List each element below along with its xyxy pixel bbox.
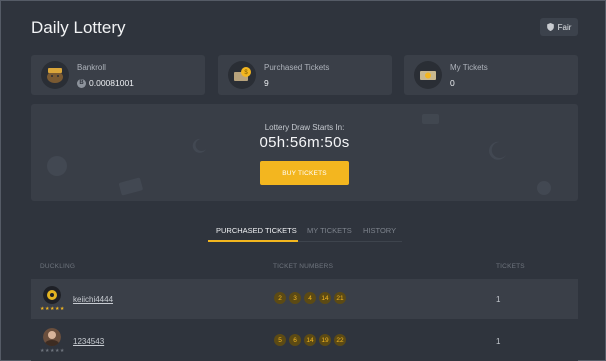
ticket-number: 21 bbox=[334, 292, 346, 304]
ticket-numbers: 2 3 4 14 21 bbox=[274, 292, 346, 304]
column-header-numbers: TICKET NUMBERS bbox=[273, 263, 334, 270]
column-header-user: DUCKLING bbox=[40, 263, 76, 270]
buy-tickets-button[interactable]: BUY TICKETS bbox=[260, 161, 349, 185]
pig-icon bbox=[41, 61, 69, 89]
shield-icon bbox=[546, 23, 554, 31]
ticket-number: 4 bbox=[304, 292, 316, 304]
purchased-tickets-value: 9 bbox=[264, 78, 269, 88]
decor-coin-icon bbox=[537, 181, 551, 195]
tab-history[interactable]: HISTORY bbox=[363, 226, 396, 235]
my-tickets-value: 0 bbox=[450, 78, 455, 88]
table-row: ★★★★★ 1234543 5 6 14 19 22 1 bbox=[31, 321, 578, 361]
fair-button[interactable]: Fair bbox=[540, 18, 578, 36]
my-tickets-card: My Tickets 0 bbox=[404, 55, 578, 95]
draw-label: Lottery Draw Starts In: bbox=[264, 123, 345, 132]
tab-purchased-tickets[interactable]: PURCHASED TICKETS bbox=[216, 226, 297, 235]
purchased-tickets-card: $ Purchased Tickets 9 bbox=[218, 55, 392, 95]
bankroll-card: Bankroll B 0.00081001 bbox=[31, 55, 205, 95]
ticket-numbers: 5 6 14 19 22 bbox=[274, 334, 346, 346]
my-tickets-label: My Tickets bbox=[450, 63, 488, 72]
tabs-divider bbox=[298, 241, 402, 242]
username-link[interactable]: 1234543 bbox=[73, 337, 104, 346]
star-rating: ★★★★★ bbox=[40, 306, 65, 312]
bitcoin-icon: B bbox=[77, 78, 86, 88]
countdown-timer: 05h:56m:50s bbox=[259, 134, 350, 151]
ticket-number: 14 bbox=[319, 292, 331, 304]
star-rating: ★★★★★ bbox=[40, 348, 65, 354]
coin-ticket-icon: $ bbox=[228, 61, 256, 89]
avatar bbox=[43, 328, 61, 346]
lottery-draw-banner: Lottery Draw Starts In: 05h:56m:50s BUY … bbox=[31, 104, 578, 201]
column-header-tickets: TICKETS bbox=[496, 263, 525, 270]
ticket-icon bbox=[414, 61, 442, 89]
ticket-number: 3 bbox=[289, 292, 301, 304]
ticket-number: 19 bbox=[319, 334, 331, 346]
username-link[interactable]: keiichi4444 bbox=[73, 295, 113, 304]
bankroll-value: 0.00081001 bbox=[89, 78, 134, 88]
active-tab-indicator bbox=[208, 240, 298, 242]
bankroll-value-row: B 0.00081001 bbox=[77, 78, 134, 88]
ticket-number: 22 bbox=[334, 334, 346, 346]
avatar bbox=[43, 286, 61, 304]
decor-coin-icon bbox=[47, 156, 67, 176]
ticket-number: 14 bbox=[304, 334, 316, 346]
table-row: ★★★★★ keiichi4444 2 3 4 14 21 1 bbox=[31, 279, 578, 319]
ticket-number: 2 bbox=[274, 292, 286, 304]
ticket-number: 6 bbox=[289, 334, 301, 346]
ticket-number: 5 bbox=[274, 334, 286, 346]
tab-my-tickets[interactable]: MY TICKETS bbox=[307, 226, 352, 235]
ticket-count: 1 bbox=[496, 295, 501, 304]
bankroll-label: Bankroll bbox=[77, 63, 106, 72]
ticket-count: 1 bbox=[496, 337, 501, 346]
page-title: Daily Lottery bbox=[31, 18, 126, 37]
fair-label: Fair bbox=[557, 22, 572, 32]
purchased-tickets-label: Purchased Tickets bbox=[264, 63, 330, 72]
decor-ticket-icon bbox=[119, 177, 143, 196]
